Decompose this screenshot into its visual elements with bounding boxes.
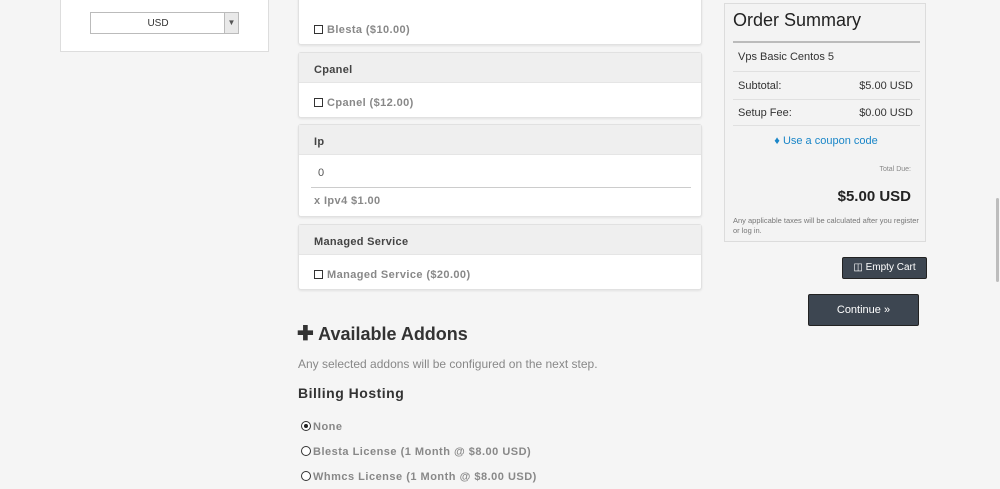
config-panel-ip: Ip x Ipv4 $1.00 — [298, 124, 702, 217]
double-chevron-right-icon: » — [883, 304, 891, 316]
plus-icon: ✚ — [297, 323, 314, 345]
total-due-label: Total Due: — [879, 166, 911, 173]
addon-option-none[interactable]: None — [301, 421, 343, 433]
radio-button[interactable] — [301, 446, 311, 456]
trash-icon: ◫ — [853, 262, 863, 273]
setup-fee-value: $0.00 USD — [859, 107, 913, 119]
ip-quantity-input[interactable] — [311, 158, 691, 188]
radio-button[interactable] — [301, 421, 311, 431]
blesta-option[interactable]: Blesta ($10.00) — [314, 24, 410, 36]
config-panel-blesta: Blesta ($10.00) — [298, 0, 702, 45]
summary-divider — [733, 125, 920, 126]
continue-button[interactable]: Continue » — [808, 294, 919, 326]
billing-hosting-title: Billing Hosting — [298, 385, 405, 401]
total-due-amount: $5.00 USD — [837, 188, 911, 205]
chevron-down-icon[interactable]: ▼ — [224, 13, 238, 33]
addon-option-label: Whmcs License (1 Month @ $8.00 USD) — [313, 471, 537, 483]
addon-option-label: None — [313, 421, 343, 433]
tag-icon: ♦ — [774, 135, 780, 147]
blesta-checkbox[interactable] — [314, 25, 323, 34]
summary-divider — [733, 71, 920, 72]
subtotal-value: $5.00 USD — [859, 80, 913, 92]
blesta-option-label: Blesta ($10.00) — [327, 24, 411, 36]
empty-cart-button[interactable]: ◫ Empty Cart — [842, 257, 927, 279]
subtotal-label: Subtotal: — [738, 80, 782, 92]
scrollbar-thumb[interactable] — [996, 198, 999, 282]
addon-option-label: Blesta License (1 Month @ $8.00 USD) — [313, 446, 532, 458]
currency-value: USD — [147, 18, 169, 29]
managed-service-heading: Managed Service — [299, 225, 701, 255]
managed-service-option-label: Managed Service ($20.00) — [327, 269, 471, 281]
ip-unit-label: x Ipv4 $1.00 — [314, 195, 381, 207]
cpanel-heading: Cpanel — [299, 53, 701, 83]
order-summary: Order Summary Vps Basic Centos 5 Subtota… — [724, 3, 926, 242]
managed-service-option[interactable]: Managed Service ($20.00) — [314, 269, 471, 281]
summary-divider — [733, 99, 920, 100]
tax-note: Any applicable taxes will be calculated … — [733, 216, 919, 235]
addons-heading: ✚ Available Addons — [297, 321, 468, 346]
ip-heading: Ip — [299, 125, 701, 155]
addons-title: Available Addons — [318, 324, 468, 344]
coupon-link-label: Use a coupon code — [782, 135, 878, 147]
cpanel-option[interactable]: Cpanel ($12.00) — [314, 97, 414, 109]
radio-button[interactable] — [301, 471, 311, 481]
config-panel-cpanel: Cpanel Cpanel ($12.00) — [298, 52, 702, 118]
config-panel-managed-service: Managed Service Managed Service ($20.00) — [298, 224, 702, 290]
cpanel-option-label: Cpanel ($12.00) — [327, 97, 414, 109]
summary-divider — [733, 41, 920, 43]
addon-option-whmcs-license[interactable]: Whmcs License (1 Month @ $8.00 USD) — [301, 471, 537, 483]
order-summary-title: Order Summary — [733, 10, 862, 30]
setup-fee-label: Setup Fee: — [738, 107, 792, 119]
continue-label: Continue — [836, 304, 881, 316]
managed-service-checkbox[interactable] — [314, 270, 323, 279]
addon-option-blesta-license[interactable]: Blesta License (1 Month @ $8.00 USD) — [301, 446, 531, 458]
cpanel-checkbox[interactable] — [314, 98, 323, 107]
coupon-link[interactable]: ♦ Use a coupon code — [725, 135, 927, 147]
product-name: Vps Basic Centos 5 — [738, 51, 834, 63]
empty-cart-label: Empty Cart — [865, 262, 916, 273]
addons-subtitle: Any selected addons will be configured o… — [298, 357, 598, 371]
currency-select[interactable]: USD ▼ — [90, 12, 239, 34]
